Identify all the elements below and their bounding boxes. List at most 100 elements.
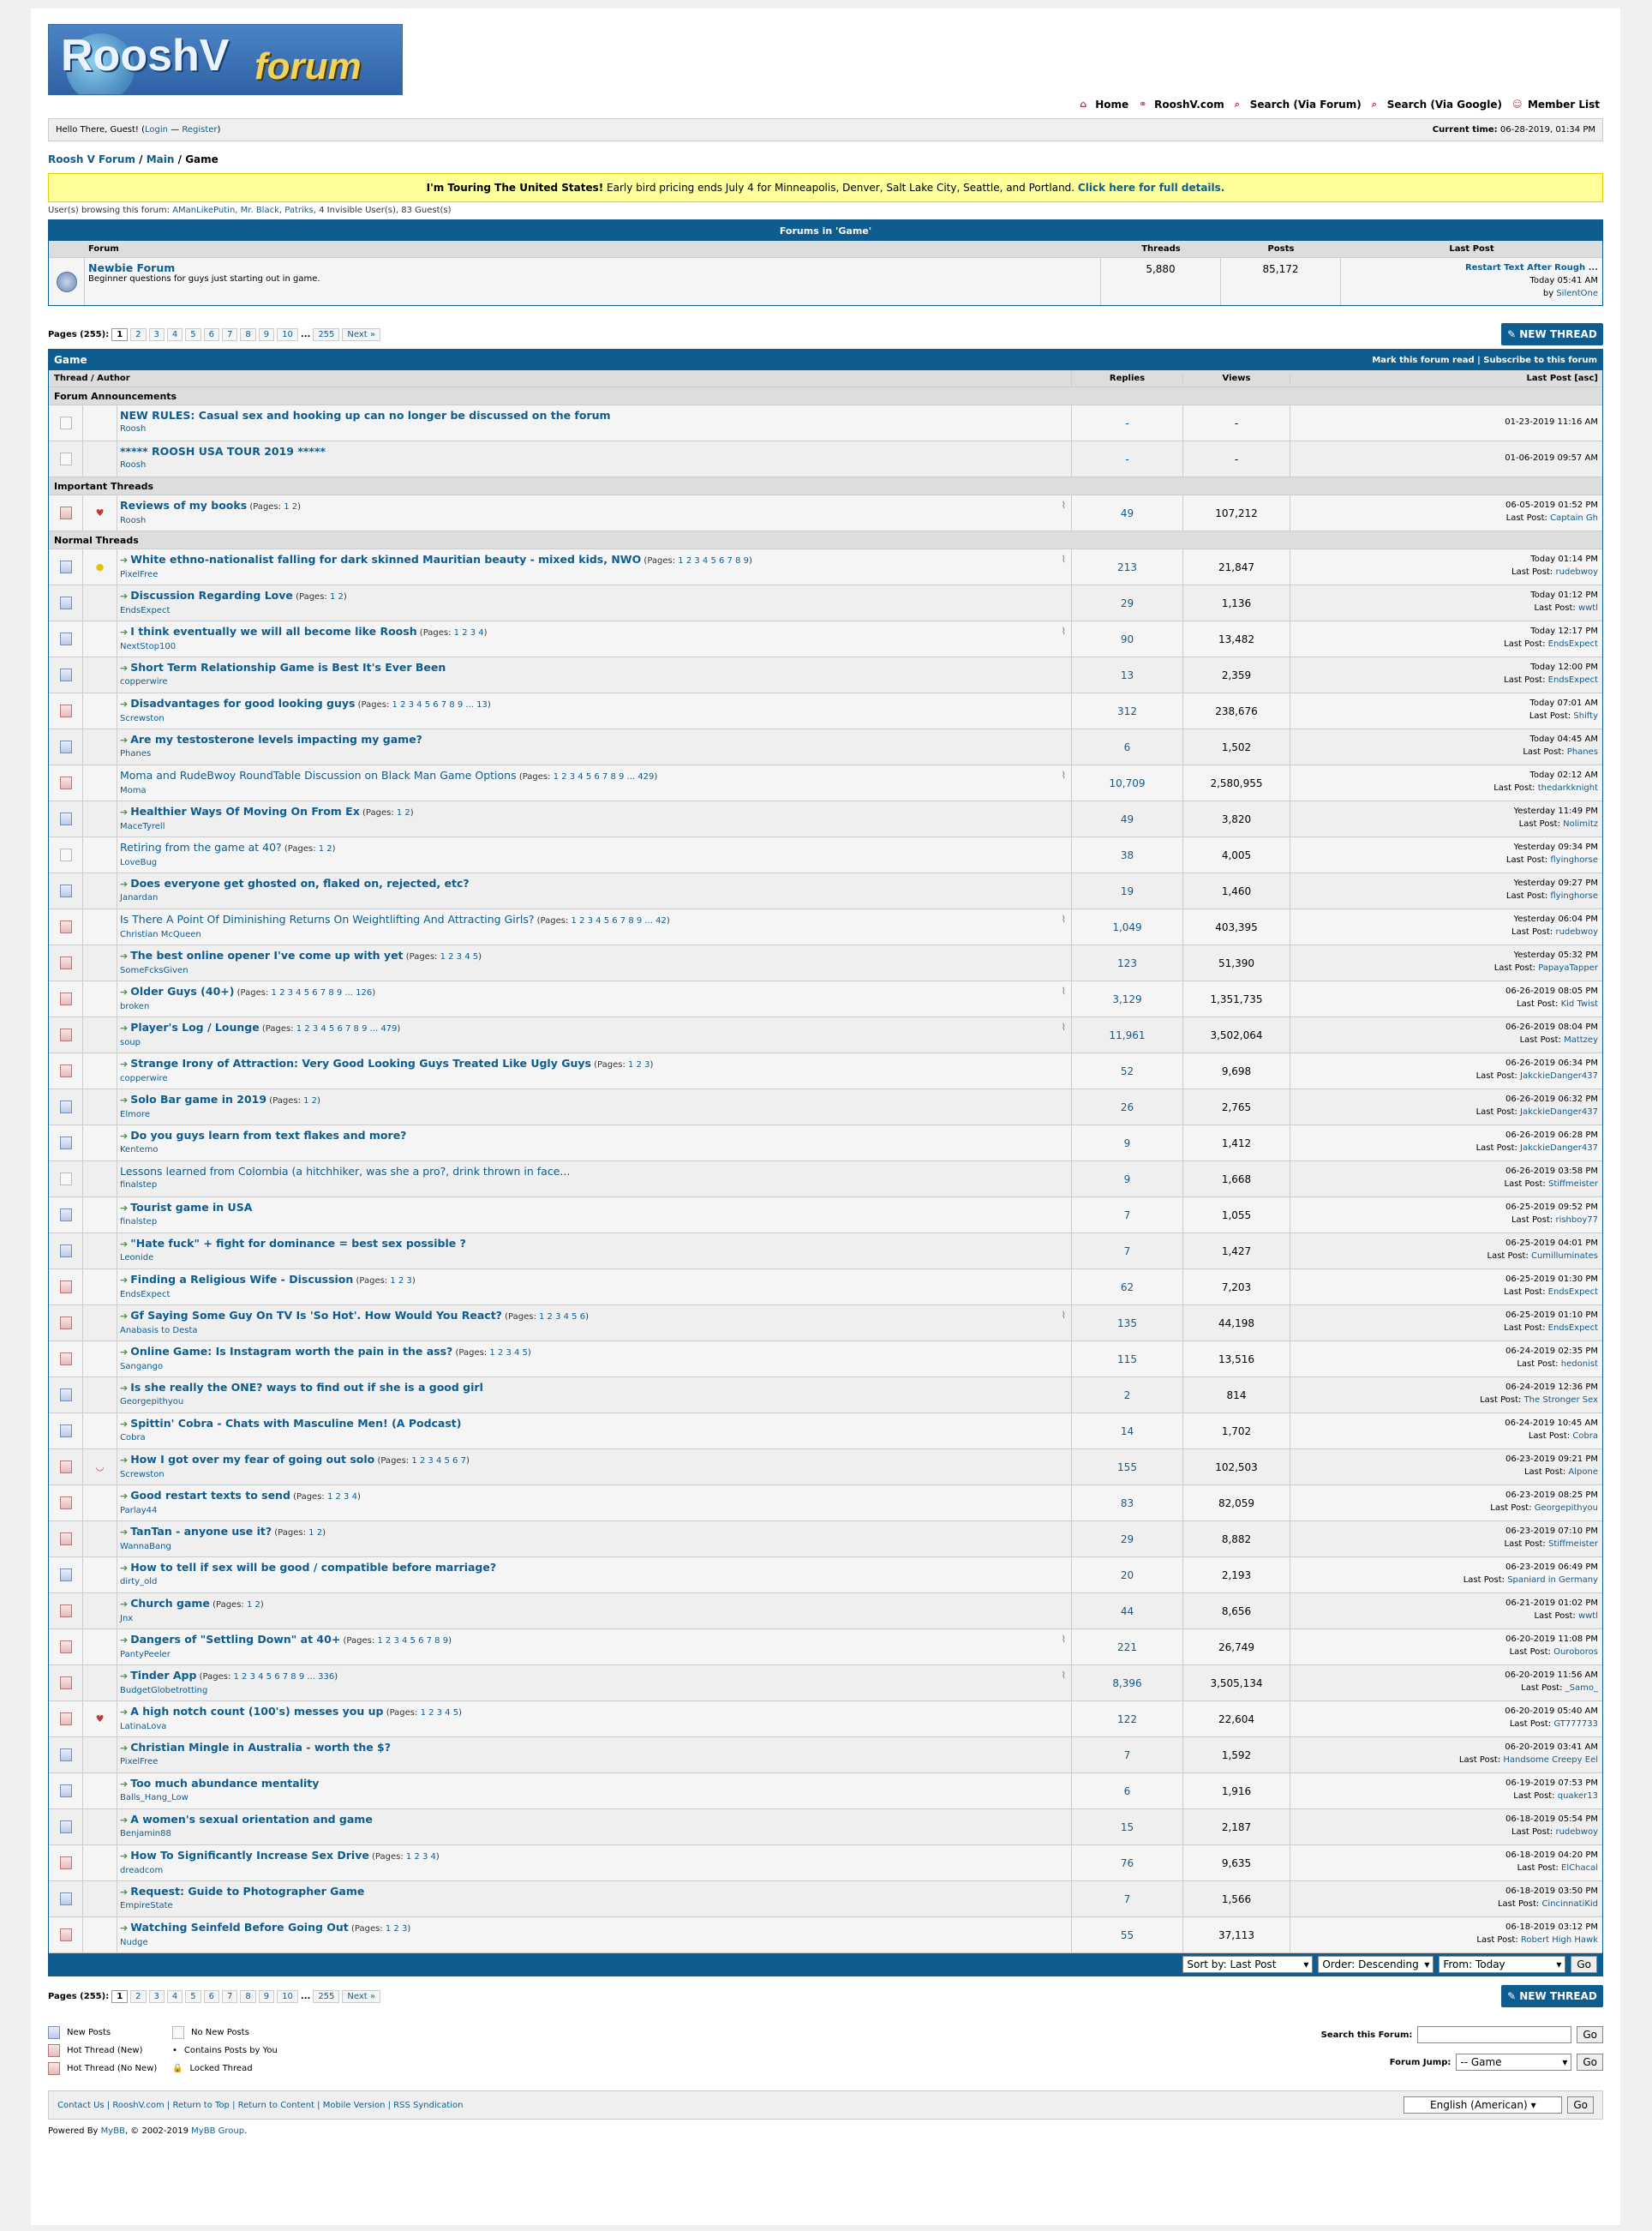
thread-title[interactable]: Short Term Relationship Game is Best It'…	[130, 661, 446, 674]
sort-go-button[interactable]: Go	[1571, 1956, 1597, 1973]
thread-title[interactable]: Is she really the ONE? ways to find out …	[130, 1381, 483, 1394]
toplink-4[interactable]: ☺ Member List	[1512, 99, 1600, 111]
thread-title[interactable]: Request: Guide to Photographer Game	[130, 1885, 364, 1898]
thread-author[interactable]: finalstep	[120, 1215, 1069, 1229]
page-link[interactable]: 7	[222, 1989, 238, 2003]
lastpost-author[interactable]: wwtl	[1578, 1611, 1598, 1621]
thread-title[interactable]: Strange Irony of Attraction: Very Good L…	[130, 1057, 591, 1070]
thread-author[interactable]: Nudge	[120, 1936, 1069, 1950]
thread-author[interactable]: copperwire	[120, 1072, 1069, 1086]
toplink-3[interactable]: ⌕ Search (Via Google)	[1372, 99, 1502, 111]
lastpost-author[interactable]: flyinghorse	[1550, 855, 1598, 865]
language-go-button[interactable]: Go	[1567, 2096, 1594, 2114]
thread-author[interactable]: SomeFcksGiven	[120, 964, 1069, 978]
thread-replies[interactable]: 6	[1072, 729, 1183, 765]
arrow-right-icon[interactable]: ➔	[120, 1598, 128, 1610]
subforum-link[interactable]: Newbie Forum	[88, 261, 175, 274]
thread-title[interactable]: The best online opener I've come up with…	[130, 949, 403, 962]
thread-page-links[interactable]: 1 2	[308, 1528, 322, 1538]
lastpost-author[interactable]: CincinnatiKid	[1541, 1899, 1598, 1909]
thread-page-links[interactable]: 1 2 3	[386, 1924, 407, 1934]
arrow-right-icon[interactable]: ➔	[120, 1382, 128, 1394]
page-link[interactable]: 9	[258, 327, 275, 341]
thread-author[interactable]: Janardan	[120, 891, 1069, 905]
thread-replies[interactable]: 29	[1072, 585, 1183, 621]
thread-page-links[interactable]: 1 2 3 4 5 6	[539, 1312, 585, 1322]
arrow-right-icon[interactable]: ➔	[120, 1742, 128, 1754]
thread-title[interactable]: Dangers of "Settling Down" at 40+	[130, 1633, 340, 1646]
jump-go-button[interactable]: Go	[1577, 2054, 1603, 2071]
thread-title[interactable]: NEW RULES: Casual sex and hooking up can…	[120, 409, 611, 422]
thread-author[interactable]: PantyPeeler	[120, 1648, 1069, 1662]
thread-page-links[interactable]: 1 2 3 4 5 6 7 8 9	[377, 1636, 448, 1646]
thread-title[interactable]: Player's Log / Lounge	[130, 1021, 259, 1034]
thread-replies[interactable]: 15	[1072, 1809, 1183, 1844]
page-link[interactable]: 5	[185, 1989, 201, 2003]
thread-title[interactable]: Tinder App	[130, 1669, 196, 1682]
thread-author[interactable]: EndsExpect	[120, 1288, 1069, 1302]
arrow-right-icon[interactable]: ➔	[120, 1526, 128, 1538]
page-link[interactable]: 6	[203, 327, 220, 341]
thread-author[interactable]: MaceTyrell	[120, 820, 1069, 834]
search-go-button[interactable]: Go	[1577, 2026, 1603, 2043]
lastpost-author[interactable]: Spaniard in Germany	[1507, 1575, 1598, 1585]
thread-title[interactable]: Retiring from the game at 40?	[120, 841, 282, 854]
page-last[interactable]: 255	[313, 1989, 340, 2003]
thread-replies[interactable]: 9	[1072, 1161, 1183, 1196]
lastpost-author[interactable]: Ouroboros	[1553, 1647, 1598, 1657]
arrow-right-icon[interactable]: ➔	[120, 1202, 128, 1214]
register-link[interactable]: Register	[182, 125, 217, 135]
arrow-right-icon[interactable]: ➔	[120, 1922, 128, 1934]
arrow-right-icon[interactable]: ➔	[120, 1346, 128, 1358]
thread-page-links[interactable]: 1 2 3 4 5 6 7 8 9 ... 42	[572, 916, 667, 926]
thread-title[interactable]: Moma and RudeBwoy RoundTable Discussion …	[120, 769, 517, 782]
page-next[interactable]: Next »	[342, 327, 380, 341]
arrow-right-icon[interactable]: ➔	[120, 1130, 128, 1142]
lastpost-author[interactable]: rishboy77	[1555, 1215, 1598, 1225]
from-select[interactable]: From: Today ▾	[1439, 1956, 1566, 1973]
thread-replies[interactable]: 90	[1072, 621, 1183, 657]
thread-page-links[interactable]: 1 2 3 4	[454, 628, 484, 638]
lastpost-author[interactable]: Nolimitz	[1563, 819, 1598, 829]
lastpost-author[interactable]: Georgepithyou	[1535, 1503, 1598, 1513]
thread-replies[interactable]: 312	[1072, 693, 1183, 729]
arrow-right-icon[interactable]: ➔	[120, 1778, 128, 1790]
thread-author[interactable]: copperwire	[120, 675, 1069, 689]
thread-author[interactable]: dirty_old	[120, 1575, 1069, 1589]
thread-author[interactable]: Georgepithyou	[120, 1395, 1069, 1409]
col-lastpost-sort[interactable]: Last Post [asc]	[1290, 374, 1602, 383]
thread-title[interactable]: Online Game: Is Instagram worth the pain…	[130, 1345, 452, 1358]
page-link[interactable]: 8	[240, 327, 256, 341]
thread-title[interactable]: Good restart texts to send	[130, 1489, 290, 1502]
arrow-right-icon[interactable]: ➔	[120, 1095, 128, 1106]
arrow-right-icon[interactable]: ➔	[120, 951, 128, 962]
thread-title[interactable]: Gf Saying Some Guy On TV Is 'So Hot'. Ho…	[130, 1309, 502, 1322]
thread-replies[interactable]: 76	[1072, 1845, 1183, 1880]
thread-author[interactable]: EmpireState	[120, 1899, 1069, 1913]
subforum-lastpost-author[interactable]: SilentOne	[1556, 289, 1598, 298]
thread-title[interactable]: How I got over my fear of going out solo	[130, 1453, 374, 1466]
arrow-right-icon[interactable]: ➔	[120, 735, 128, 746]
page-next[interactable]: Next »	[342, 1989, 380, 2003]
thread-replies[interactable]: 20	[1072, 1557, 1183, 1592]
thread-author[interactable]: Jnx	[120, 1612, 1069, 1626]
thread-replies[interactable]: 7	[1072, 1233, 1183, 1268]
lastpost-author[interactable]: ElChacal	[1561, 1863, 1598, 1873]
thread-page-links[interactable]: 1 2 3 4 5 6 7 8 9 ... 13	[392, 700, 488, 710]
lastpost-author[interactable]: Stiffmeister	[1548, 1179, 1598, 1189]
thread-replies[interactable]: 7	[1072, 1737, 1183, 1772]
page-link[interactable]: 6	[203, 1989, 220, 2003]
thread-author[interactable]: Parlay44	[120, 1504, 1069, 1518]
thread-page-links[interactable]: 1 2	[319, 844, 332, 854]
arrow-right-icon[interactable]: ➔	[120, 1023, 128, 1034]
search-forum-input[interactable]	[1417, 2026, 1572, 2043]
thread-title[interactable]: Spittin' Cobra - Chats with Masculine Me…	[130, 1417, 461, 1430]
lastpost-author[interactable]: Handsome Creepy Eel	[1503, 1755, 1598, 1765]
thread-page-links[interactable]: 1 2	[303, 1096, 317, 1106]
page-link[interactable]: 3	[148, 1989, 165, 2003]
thread-page-links[interactable]: 1 2	[247, 1600, 260, 1610]
thread-replies[interactable]: 11,961	[1072, 1017, 1183, 1053]
thread-author[interactable]: Balls_Hang_Low	[120, 1791, 1069, 1805]
lastpost-author[interactable]: Kid Twist	[1561, 999, 1598, 1009]
thread-replies[interactable]: 13	[1072, 657, 1183, 693]
